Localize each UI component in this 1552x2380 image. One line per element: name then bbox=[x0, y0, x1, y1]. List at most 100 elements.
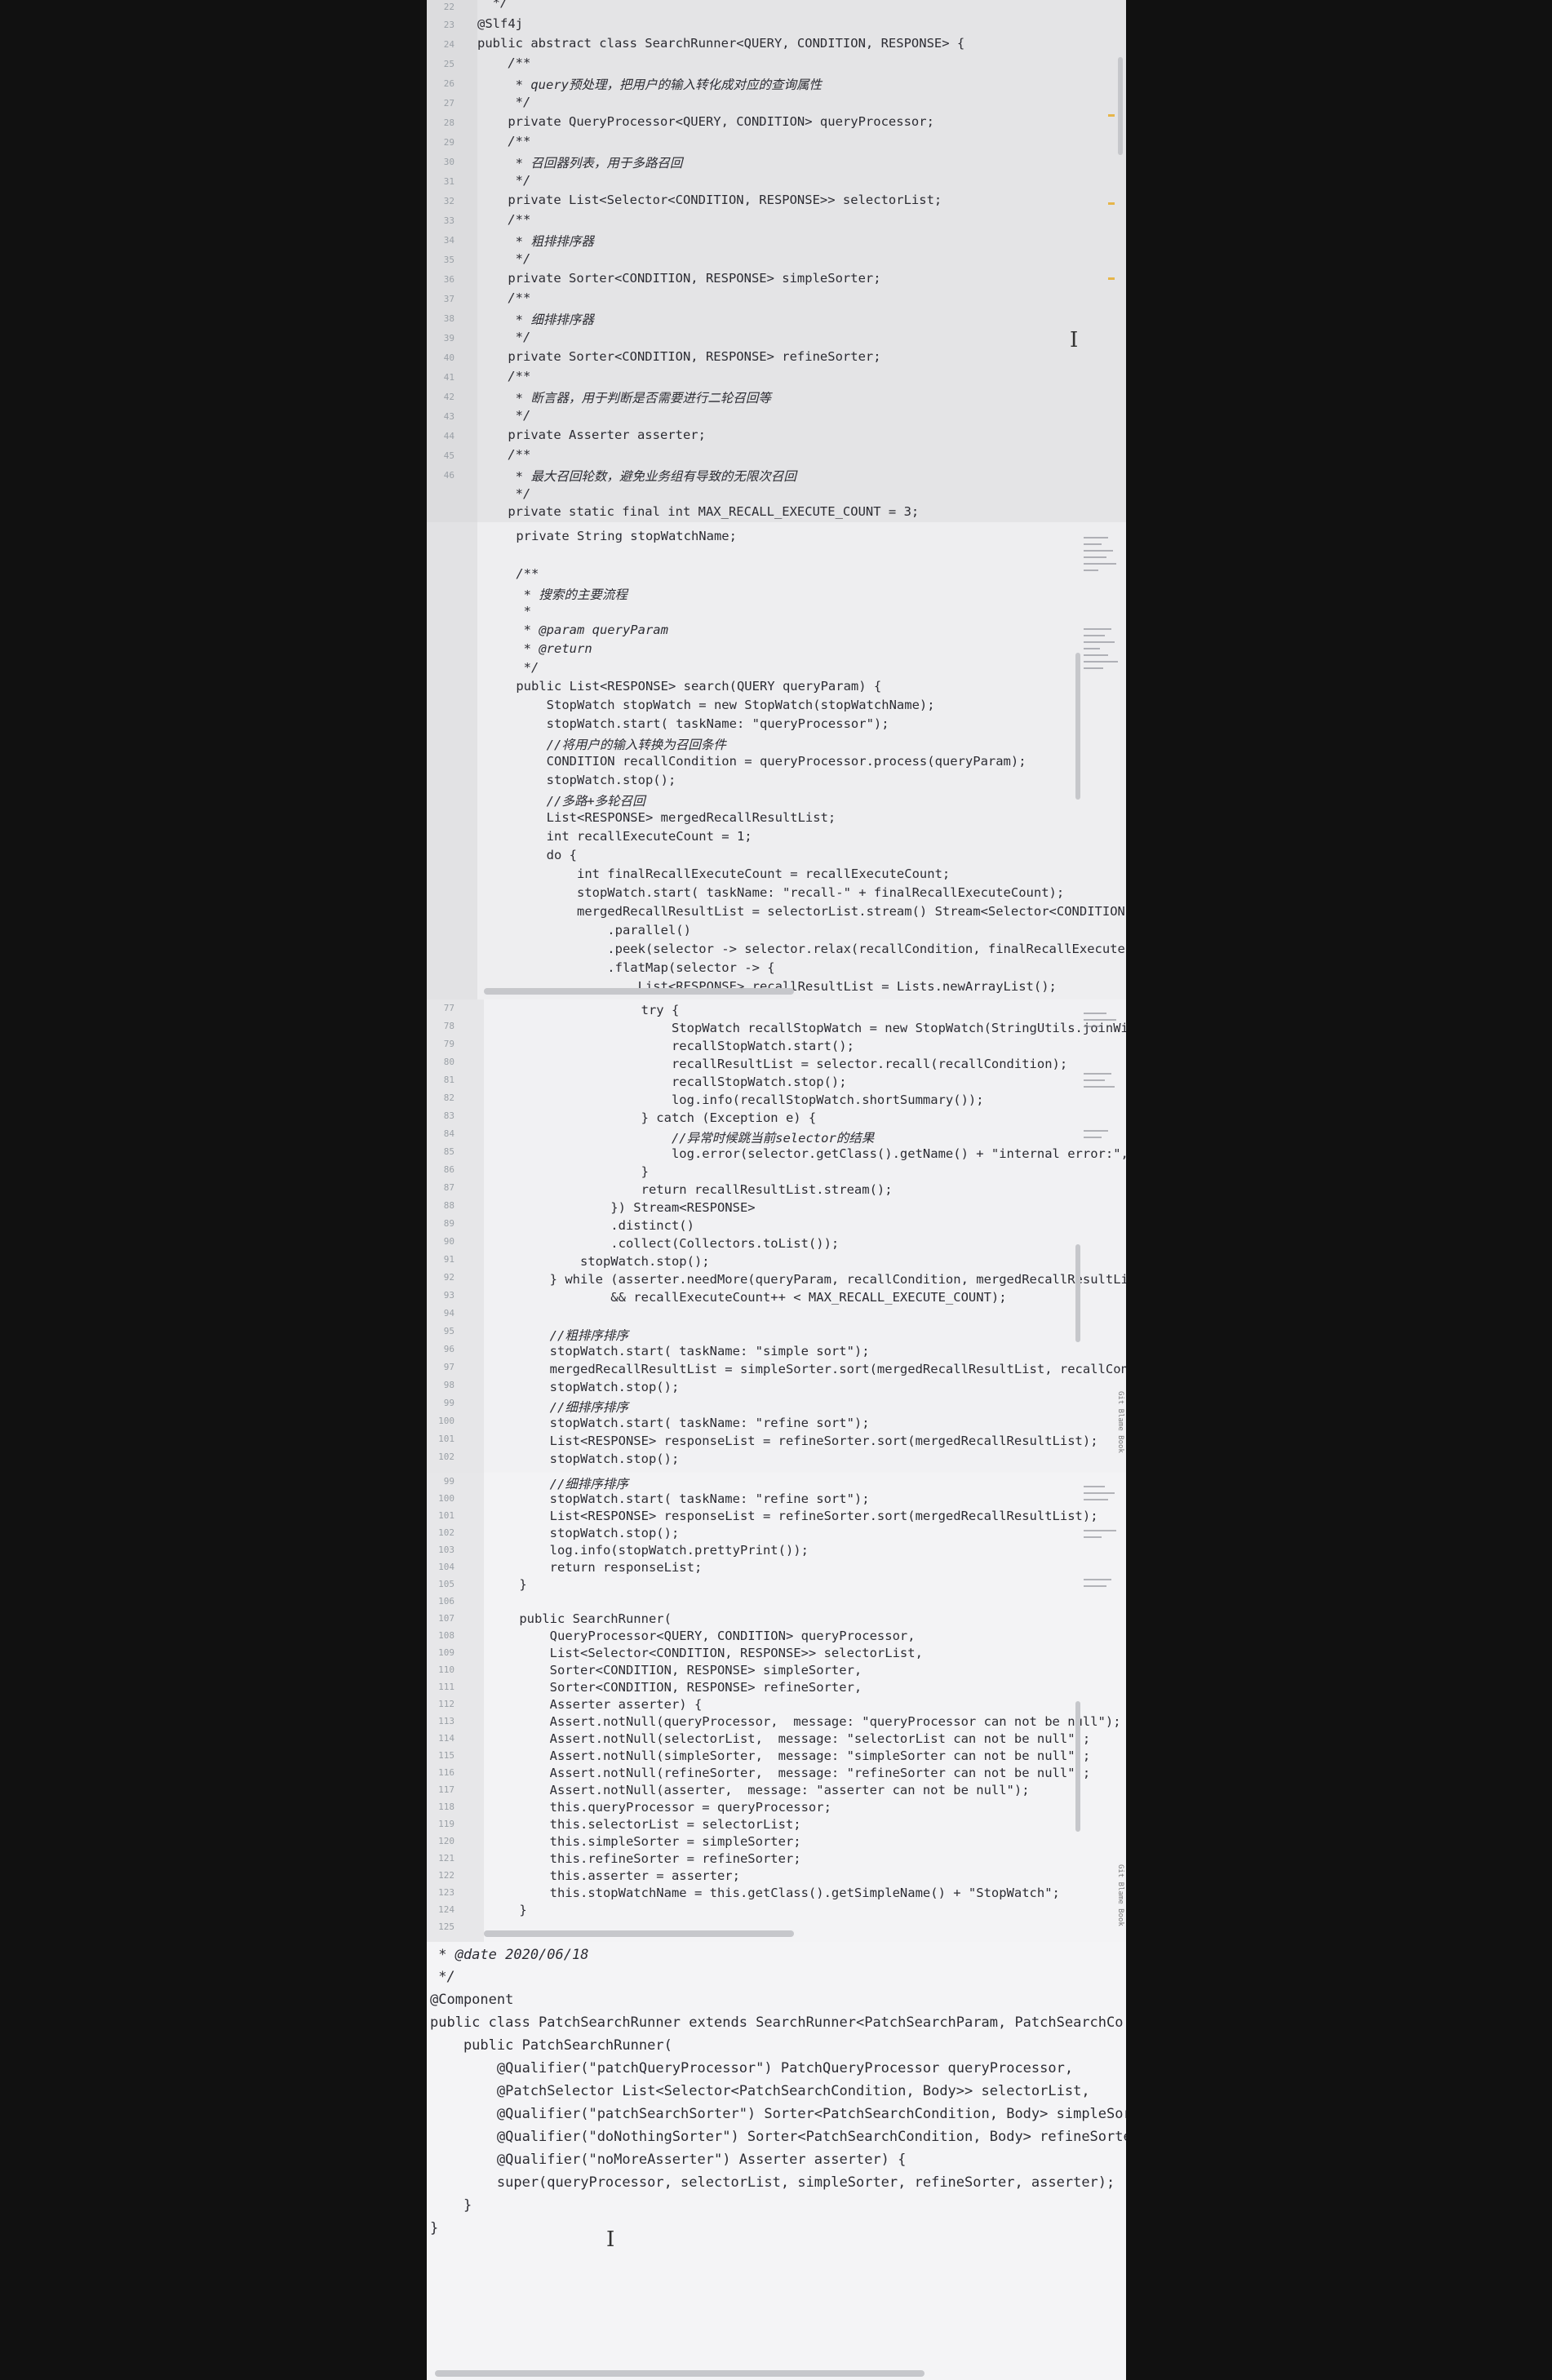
code-area[interactable]: //细排序排序 stopWatch.start( taskName: "refi… bbox=[489, 1473, 1120, 1942]
editor-panel-2: private String stopWatchName; /** * 搜索的主… bbox=[427, 522, 1126, 999]
line-number-gutter bbox=[427, 522, 477, 999]
code-area[interactable]: * @date 2020/06/18 */ @Component public … bbox=[430, 1942, 1126, 2380]
warning-marker[interactable] bbox=[1108, 114, 1115, 117]
comment-line: //细排序排序 bbox=[489, 1477, 628, 1491]
javadoc-param-line: * @param queryParam bbox=[486, 623, 668, 637]
code-line: @Qualifier("noMoreAsserter") Asserter as… bbox=[430, 2152, 907, 2168]
line-number: 107 bbox=[438, 1613, 455, 1624]
line-number: 106 bbox=[438, 1596, 455, 1607]
code-area[interactable]: */ @Slf4j public abstract class SearchRu… bbox=[477, 0, 1078, 522]
line-number: 83 bbox=[443, 1110, 455, 1121]
line-number: 110 bbox=[438, 1664, 455, 1675]
horizontal-scrollbar[interactable] bbox=[435, 2370, 925, 2377]
code-line: } bbox=[430, 2197, 472, 2214]
code-line: stopWatch.start( taskName: "simple sort"… bbox=[489, 1344, 870, 1358]
code-line: recallStopWatch.stop(); bbox=[489, 1075, 847, 1089]
line-number: 124 bbox=[438, 1904, 455, 1915]
code-line: try { bbox=[489, 1003, 680, 1017]
code-line: /** bbox=[486, 566, 539, 581]
line-number: 112 bbox=[438, 1699, 455, 1709]
vertical-scrollbar[interactable] bbox=[1075, 653, 1080, 800]
code-line: CONDITION recallCondition = queryProcess… bbox=[486, 754, 1027, 769]
code-area[interactable]: try { StopWatch recallStopWatch = new St… bbox=[489, 999, 1126, 1473]
code-line: /** bbox=[477, 134, 531, 148]
horizontal-scrollbar[interactable] bbox=[484, 988, 794, 995]
javadoc-date-line: * @date 2020/06/18 bbox=[430, 1947, 589, 1963]
line-number: 92 bbox=[443, 1272, 455, 1283]
comment-line: //将用户的输入转换为召回条件 bbox=[486, 738, 726, 752]
comment-line: * 细排排序器 bbox=[477, 312, 594, 327]
code-line: .peek(selector -> selector.relax(recallC… bbox=[486, 942, 1126, 956]
code-line: @Qualifier("patchSearchSorter") Sorter<P… bbox=[430, 2106, 1126, 2122]
code-line: */ bbox=[477, 330, 531, 344]
field-line: private QueryProcessor<QUERY, CONDITION>… bbox=[477, 114, 934, 129]
vertical-scrollbar[interactable] bbox=[1075, 1244, 1080, 1342]
class-declaration-line: public abstract class SearchRunner<QUERY… bbox=[477, 36, 965, 51]
line-number: 109 bbox=[438, 1647, 455, 1658]
code-line: List<RESPONSE> responseList = refineSort… bbox=[489, 1434, 1098, 1448]
line-number: 36 bbox=[443, 274, 455, 285]
code-line: recallResultList = selector.recall(recal… bbox=[489, 1057, 1068, 1071]
git-blame-side-tab[interactable]: Git Blame Book bbox=[1113, 1864, 1124, 1926]
code-line: super(queryProcessor, selectorList, simp… bbox=[430, 2174, 1115, 2191]
line-number: 25 bbox=[443, 59, 455, 69]
code-line: QueryProcessor<QUERY, CONDITION> queryPr… bbox=[489, 1629, 916, 1643]
code-line: Assert.notNull(refineSorter, message: "r… bbox=[489, 1766, 1091, 1780]
code-line: return recallResultList.stream(); bbox=[489, 1182, 893, 1197]
line-number: 23 bbox=[443, 20, 455, 30]
line-number: 116 bbox=[438, 1767, 455, 1778]
line-number: 44 bbox=[443, 431, 455, 441]
line-number: 111 bbox=[438, 1682, 455, 1692]
code-line: return responseList; bbox=[489, 1560, 703, 1575]
editor-panel-4: 99 100 101 102 103 104 105 106 107 108 1… bbox=[427, 1473, 1126, 1942]
code-line: Assert.notNull(queryProcessor, message: … bbox=[489, 1714, 1121, 1729]
line-number: 79 bbox=[443, 1039, 455, 1049]
horizontal-scrollbar[interactable] bbox=[484, 1930, 794, 1937]
line-number: 108 bbox=[438, 1630, 455, 1641]
vertical-scrollbar[interactable] bbox=[1075, 1701, 1080, 1832]
code-line: StopWatch recallStopWatch = new StopWatc… bbox=[489, 1021, 1126, 1035]
code-line: recallStopWatch.start(); bbox=[489, 1039, 854, 1053]
code-area[interactable]: private String stopWatchName; /** * 搜索的主… bbox=[486, 522, 1126, 999]
code-line: } bbox=[489, 1164, 649, 1179]
line-number: 115 bbox=[438, 1750, 455, 1761]
line-number: 28 bbox=[443, 117, 455, 128]
method-declaration-line: public List<RESPONSE> search(QUERY query… bbox=[486, 679, 882, 694]
line-number: 86 bbox=[443, 1164, 455, 1175]
code-line: Sorter<CONDITION, RESPONSE> simpleSorter… bbox=[489, 1663, 862, 1678]
line-number-gutter: 77 78 79 80 81 82 83 84 85 86 87 88 89 9… bbox=[427, 999, 484, 1473]
git-blame-side-tab[interactable]: Git Blame Book bbox=[1113, 1391, 1124, 1453]
code-line: .flatMap(selector -> { bbox=[486, 960, 775, 975]
warning-marker[interactable] bbox=[1108, 277, 1115, 280]
line-number: 89 bbox=[443, 1218, 455, 1229]
code-line: log.error(selector.getClass().getName() … bbox=[489, 1146, 1126, 1161]
code-line: } bbox=[489, 1577, 527, 1592]
line-number: 27 bbox=[443, 98, 455, 109]
line-number: 78 bbox=[443, 1021, 455, 1031]
field-line: private Sorter<CONDITION, RESPONSE> refi… bbox=[477, 349, 881, 364]
line-number: 30 bbox=[443, 157, 455, 167]
code-line: int recallExecuteCount = 1; bbox=[486, 829, 752, 844]
line-number: 103 bbox=[438, 1545, 455, 1555]
line-number: 120 bbox=[438, 1836, 455, 1846]
code-line: Assert.notNull(asserter, message: "asser… bbox=[489, 1783, 1030, 1797]
code-line: */ bbox=[477, 251, 531, 266]
code-line: Assert.notNull(simpleSorter, message: "s… bbox=[489, 1748, 1091, 1763]
line-number: 104 bbox=[438, 1562, 455, 1572]
code-minimap[interactable] bbox=[1084, 530, 1120, 991]
line-number-gutter: 22 23 24 25 26 27 28 29 30 31 32 33 34 3… bbox=[427, 0, 477, 522]
vertical-scrollbar[interactable] bbox=[1118, 57, 1123, 155]
code-line: */ bbox=[477, 173, 531, 188]
line-number: 96 bbox=[443, 1344, 455, 1354]
code-line: stopWatch.stop(); bbox=[489, 1380, 680, 1394]
code-line: List<Selector<CONDITION, RESPONSE>> sele… bbox=[489, 1646, 923, 1660]
field-line: private Asserter asserter; bbox=[477, 428, 706, 442]
code-line: this.refineSorter = refineSorter; bbox=[489, 1851, 801, 1866]
line-number: 122 bbox=[438, 1870, 455, 1881]
line-number: 114 bbox=[438, 1733, 455, 1744]
code-line: Asserter asserter) { bbox=[489, 1697, 703, 1712]
line-number: 39 bbox=[443, 333, 455, 343]
code-line: List<RESPONSE> responseList = refineSort… bbox=[489, 1509, 1098, 1523]
line-number: 46 bbox=[443, 470, 455, 481]
warning-marker[interactable] bbox=[1108, 202, 1115, 205]
